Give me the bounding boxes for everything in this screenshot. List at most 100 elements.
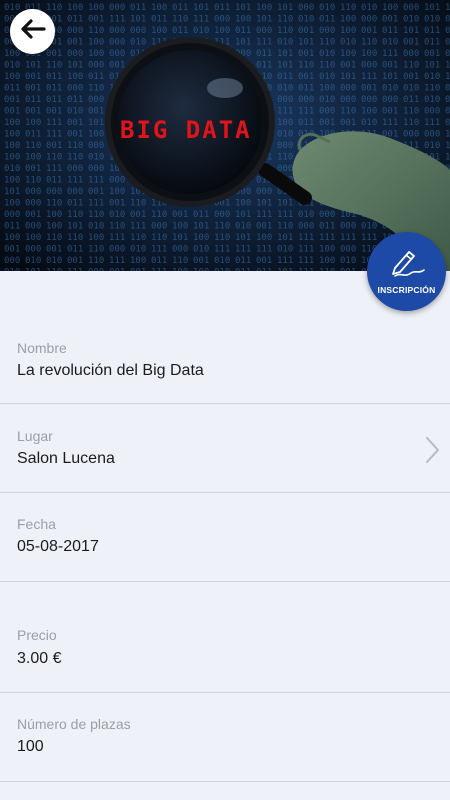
svg-text:100: 100 <box>4 233 20 243</box>
svg-text:000: 000 <box>403 130 419 140</box>
svg-text:101: 101 <box>424 3 440 13</box>
svg-text:111: 111 <box>361 72 377 82</box>
svg-text:010: 010 <box>445 118 450 128</box>
svg-text:111: 111 <box>67 268 83 272</box>
svg-text:010: 010 <box>403 15 419 25</box>
svg-text:101: 101 <box>67 222 83 232</box>
svg-text:100: 100 <box>172 268 188 272</box>
svg-text:101: 101 <box>277 61 293 71</box>
svg-text:000: 000 <box>67 164 83 174</box>
svg-text:101: 101 <box>424 61 440 71</box>
svg-text:110: 110 <box>319 268 335 272</box>
svg-text:000: 000 <box>151 222 167 232</box>
svg-text:110: 110 <box>109 222 125 232</box>
svg-text:011: 011 <box>235 268 251 272</box>
svg-text:000: 000 <box>361 95 377 105</box>
svg-text:010: 010 <box>340 38 356 48</box>
svg-text:010: 010 <box>277 245 293 255</box>
svg-text:000: 000 <box>424 107 440 117</box>
svg-text:010: 010 <box>109 210 125 220</box>
svg-text:111: 111 <box>88 176 104 186</box>
event-hero-image: 0100010110011000101000110010011001001001… <box>0 0 450 271</box>
svg-text:011: 011 <box>256 49 272 59</box>
svg-text:110: 110 <box>340 107 356 117</box>
svg-text:110: 110 <box>46 3 62 13</box>
svg-text:100: 100 <box>88 233 104 243</box>
svg-text:110: 110 <box>424 84 440 94</box>
svg-text:001: 001 <box>109 61 125 71</box>
svg-text:011: 011 <box>256 268 272 272</box>
svg-text:000: 000 <box>4 256 20 266</box>
svg-text:001: 001 <box>172 210 188 220</box>
svg-text:101: 101 <box>235 3 251 13</box>
svg-text:000: 000 <box>403 49 419 59</box>
svg-text:000: 000 <box>67 187 83 197</box>
svg-text:011: 011 <box>25 95 41 105</box>
svg-text:010: 010 <box>4 3 20 13</box>
svg-text:111: 111 <box>298 245 314 255</box>
svg-text:111: 111 <box>319 233 335 243</box>
svg-text:001: 001 <box>109 268 125 272</box>
svg-text:001: 001 <box>256 222 272 232</box>
svg-text:000: 000 <box>109 245 125 255</box>
detail-row-lugar[interactable]: Lugar Salon Lucena <box>0 404 450 493</box>
svg-text:110: 110 <box>319 38 335 48</box>
inscripcion-button[interactable]: INSCRIPCIÓN <box>367 232 446 311</box>
svg-text:101: 101 <box>277 233 293 243</box>
svg-text:111: 111 <box>382 118 398 128</box>
svg-text:001: 001 <box>298 49 314 59</box>
svg-text:111: 111 <box>382 49 398 59</box>
svg-text:001: 001 <box>445 38 450 48</box>
svg-text:100: 100 <box>4 118 20 128</box>
svg-text:001: 001 <box>88 107 104 117</box>
svg-text:000: 000 <box>214 15 230 25</box>
svg-text:000: 000 <box>340 84 356 94</box>
svg-text:100: 100 <box>319 84 335 94</box>
svg-text:010: 010 <box>88 222 104 232</box>
svg-text:010: 010 <box>25 256 41 266</box>
svg-text:100: 100 <box>151 3 167 13</box>
svg-text:011: 011 <box>235 26 251 36</box>
svg-text:011: 011 <box>382 26 398 36</box>
lugar-label: Lugar <box>17 428 53 444</box>
svg-text:100: 100 <box>4 176 20 186</box>
svg-text:000: 000 <box>109 176 125 186</box>
svg-text:010: 010 <box>319 72 335 82</box>
svg-text:000: 000 <box>172 245 188 255</box>
svg-text:111: 111 <box>46 118 62 128</box>
svg-text:001: 001 <box>4 95 20 105</box>
svg-text:111: 111 <box>67 176 83 186</box>
svg-text:000: 000 <box>88 61 104 71</box>
svg-text:001: 001 <box>4 107 20 117</box>
svg-text:100: 100 <box>256 3 272 13</box>
svg-text:110: 110 <box>67 153 83 163</box>
svg-text:000: 000 <box>298 222 314 232</box>
svg-text:110: 110 <box>25 176 41 186</box>
svg-text:010: 010 <box>214 256 230 266</box>
svg-text:011: 011 <box>67 245 83 255</box>
back-button[interactable] <box>10 9 55 54</box>
svg-text:110: 110 <box>88 210 104 220</box>
svg-text:011: 011 <box>4 84 20 94</box>
svg-text:010: 010 <box>361 3 377 13</box>
svg-text:101: 101 <box>235 210 251 220</box>
svg-text:100: 100 <box>214 26 230 36</box>
arrow-left-icon <box>20 18 46 45</box>
svg-text:110: 110 <box>88 26 104 36</box>
svg-text:010: 010 <box>277 130 293 140</box>
svg-text:100: 100 <box>319 256 335 266</box>
svg-text:001: 001 <box>25 210 41 220</box>
svg-text:000: 000 <box>277 95 293 105</box>
svg-text:011: 011 <box>445 26 450 36</box>
svg-text:111: 111 <box>109 233 125 243</box>
svg-text:111: 111 <box>46 164 62 174</box>
svg-text:001: 001 <box>67 130 83 140</box>
svg-text:000: 000 <box>109 38 125 48</box>
svg-text:000: 000 <box>4 210 20 220</box>
svg-text:011: 011 <box>46 72 62 82</box>
svg-text:110: 110 <box>67 141 83 151</box>
svg-text:110: 110 <box>277 222 293 232</box>
svg-text:001: 001 <box>256 256 272 266</box>
svg-text:111: 111 <box>340 233 356 243</box>
svg-text:100: 100 <box>340 15 356 25</box>
